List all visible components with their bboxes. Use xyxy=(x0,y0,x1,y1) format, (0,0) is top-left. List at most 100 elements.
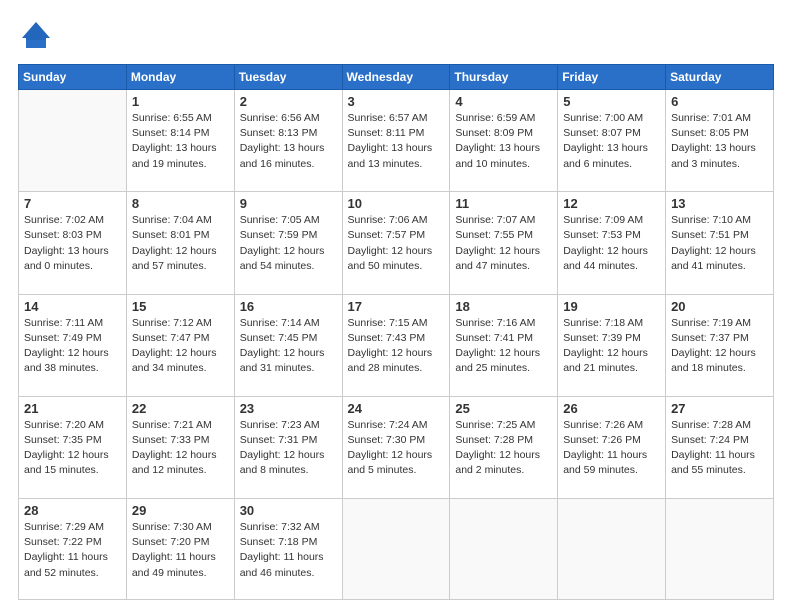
day-number: 13 xyxy=(671,196,768,211)
day-info: Sunrise: 7:26 AMSunset: 7:26 PMDaylight:… xyxy=(563,418,660,479)
calendar-cell: 25 Sunrise: 7:25 AMSunset: 7:28 PMDayligh… xyxy=(450,396,558,498)
day-info: Sunrise: 7:01 AMSunset: 8:05 PMDaylight:… xyxy=(671,111,768,172)
week-row-4: 21 Sunrise: 7:20 AMSunset: 7:35 PMDayligh… xyxy=(19,396,774,498)
calendar-cell: 15 Sunrise: 7:12 AMSunset: 7:47 PMDayligh… xyxy=(126,294,234,396)
day-info: Sunrise: 7:06 AMSunset: 7:57 PMDaylight:… xyxy=(348,213,445,274)
day-number: 23 xyxy=(240,401,337,416)
day-number: 27 xyxy=(671,401,768,416)
calendar-cell xyxy=(342,499,450,600)
calendar-cell: 5 Sunrise: 7:00 AMSunset: 8:07 PMDaylight… xyxy=(558,90,666,192)
day-info: Sunrise: 7:18 AMSunset: 7:39 PMDaylight:… xyxy=(563,316,660,377)
day-info: Sunrise: 7:30 AMSunset: 7:20 PMDaylight:… xyxy=(132,520,229,581)
calendar-cell: 23 Sunrise: 7:23 AMSunset: 7:31 PMDayligh… xyxy=(234,396,342,498)
day-number: 25 xyxy=(455,401,552,416)
day-number: 21 xyxy=(24,401,121,416)
day-number: 5 xyxy=(563,94,660,109)
calendar-cell: 20Sunrise: 7:19 AMSunset: 7:37 PMDayligh… xyxy=(666,294,774,396)
calendar-cell: 29Sunrise: 7:30 AMSunset: 7:20 PMDayligh… xyxy=(126,499,234,600)
day-info: Sunrise: 7:15 AMSunset: 7:43 PMDaylight:… xyxy=(348,316,445,377)
calendar-cell: 9Sunrise: 7:05 AMSunset: 7:59 PMDaylight… xyxy=(234,192,342,294)
day-info: Sunrise: 7:28 AMSunset: 7:24 PMDaylight:… xyxy=(671,418,768,479)
calendar-cell: 13 Sunrise: 7:10 AMSunset: 7:51 PMDayligh… xyxy=(666,192,774,294)
day-number: 6 xyxy=(671,94,768,109)
header xyxy=(18,18,774,54)
day-number: 22 xyxy=(132,401,229,416)
calendar-cell: 28Sunrise: 7:29 AMSunset: 7:22 PMDayligh… xyxy=(19,499,127,600)
weekday-header-row: SundayMondayTuesdayWednesdayThursdayFrid… xyxy=(19,65,774,90)
logo xyxy=(18,18,58,54)
calendar-cell: 19 Sunrise: 7:18 AMSunset: 7:39 PMDayligh… xyxy=(558,294,666,396)
calendar-cell: 22Sunrise: 7:21 AMSunset: 7:33 PMDayligh… xyxy=(126,396,234,498)
day-number: 16 xyxy=(240,299,337,314)
day-number: 12 xyxy=(563,196,660,211)
day-info: Sunrise: 7:23 AMSunset: 7:31 PMDaylight:… xyxy=(240,418,337,479)
calendar-cell: 7 Sunrise: 7:02 AMSunset: 8:03 PMDaylight… xyxy=(19,192,127,294)
day-info: Sunrise: 7:24 AMSunset: 7:30 PMDaylight:… xyxy=(348,418,445,479)
week-row-2: 7 Sunrise: 7:02 AMSunset: 8:03 PMDaylight… xyxy=(19,192,774,294)
day-number: 4 xyxy=(455,94,552,109)
day-info: Sunrise: 7:05 AMSunset: 7:59 PMDaylight:… xyxy=(240,213,337,274)
day-info: Sunrise: 7:14 AMSunset: 7:45 PMDaylight:… xyxy=(240,316,337,377)
day-number: 11 xyxy=(455,196,552,211)
calendar-cell xyxy=(558,499,666,600)
calendar-cell: 4Sunrise: 6:59 AMSunset: 8:09 PMDaylight… xyxy=(450,90,558,192)
calendar-cell xyxy=(450,499,558,600)
calendar-cell: 14 Sunrise: 7:11 AMSunset: 7:49 PMDayligh… xyxy=(19,294,127,396)
calendar-cell: 12 Sunrise: 7:09 AMSunset: 7:53 PMDayligh… xyxy=(558,192,666,294)
day-number: 17 xyxy=(348,299,445,314)
day-number: 15 xyxy=(132,299,229,314)
day-number: 7 xyxy=(24,196,121,211)
calendar-cell: 21 Sunrise: 7:20 AMSunset: 7:35 PMDayligh… xyxy=(19,396,127,498)
day-info: Sunrise: 7:10 AMSunset: 7:51 PMDaylight:… xyxy=(671,213,768,274)
day-info: Sunrise: 6:57 AMSunset: 8:11 PMDaylight:… xyxy=(348,111,445,172)
day-info: Sunrise: 6:55 AMSunset: 8:14 PMDaylight:… xyxy=(132,111,229,172)
weekday-header-saturday: Saturday xyxy=(666,65,774,90)
day-number: 1 xyxy=(132,94,229,109)
calendar-cell: 16 Sunrise: 7:14 AMSunset: 7:45 PMDayligh… xyxy=(234,294,342,396)
week-row-1: 1 Sunrise: 6:55 AMSunset: 8:14 PMDaylight… xyxy=(19,90,774,192)
calendar-cell: 18Sunrise: 7:16 AMSunset: 7:41 PMDayligh… xyxy=(450,294,558,396)
day-number: 14 xyxy=(24,299,121,314)
weekday-header-monday: Monday xyxy=(126,65,234,90)
day-number: 3 xyxy=(348,94,445,109)
day-number: 30 xyxy=(240,503,337,518)
calendar-cell xyxy=(666,499,774,600)
week-row-3: 14 Sunrise: 7:11 AMSunset: 7:49 PMDayligh… xyxy=(19,294,774,396)
day-number: 24 xyxy=(348,401,445,416)
day-number: 19 xyxy=(563,299,660,314)
day-info: Sunrise: 7:12 AMSunset: 7:47 PMDaylight:… xyxy=(132,316,229,377)
weekday-header-friday: Friday xyxy=(558,65,666,90)
calendar-cell xyxy=(19,90,127,192)
day-info: Sunrise: 7:00 AMSunset: 8:07 PMDaylight:… xyxy=(563,111,660,172)
day-info: Sunrise: 7:04 AMSunset: 8:01 PMDaylight:… xyxy=(132,213,229,274)
week-row-5: 28Sunrise: 7:29 AMSunset: 7:22 PMDayligh… xyxy=(19,499,774,600)
calendar-cell: 2 Sunrise: 6:56 AMSunset: 8:13 PMDaylight… xyxy=(234,90,342,192)
calendar-cell: 6 Sunrise: 7:01 AMSunset: 8:05 PMDaylight… xyxy=(666,90,774,192)
calendar-cell: 17 Sunrise: 7:15 AMSunset: 7:43 PMDayligh… xyxy=(342,294,450,396)
day-number: 2 xyxy=(240,94,337,109)
logo-icon xyxy=(18,18,54,54)
calendar-cell: 11Sunrise: 7:07 AMSunset: 7:55 PMDayligh… xyxy=(450,192,558,294)
day-number: 8 xyxy=(132,196,229,211)
day-info: Sunrise: 7:20 AMSunset: 7:35 PMDaylight:… xyxy=(24,418,121,479)
calendar-cell: 1 Sunrise: 6:55 AMSunset: 8:14 PMDaylight… xyxy=(126,90,234,192)
weekday-header-thursday: Thursday xyxy=(450,65,558,90)
weekday-header-tuesday: Tuesday xyxy=(234,65,342,90)
calendar-cell: 26 Sunrise: 7:26 AMSunset: 7:26 PMDayligh… xyxy=(558,396,666,498)
day-info: Sunrise: 7:25 AMSunset: 7:28 PMDaylight:… xyxy=(455,418,552,479)
calendar-cell: 10Sunrise: 7:06 AMSunset: 7:57 PMDayligh… xyxy=(342,192,450,294)
day-info: Sunrise: 7:09 AMSunset: 7:53 PMDaylight:… xyxy=(563,213,660,274)
day-info: Sunrise: 6:56 AMSunset: 8:13 PMDaylight:… xyxy=(240,111,337,172)
weekday-header-sunday: Sunday xyxy=(19,65,127,90)
calendar-cell: 24 Sunrise: 7:24 AMSunset: 7:30 PMDayligh… xyxy=(342,396,450,498)
day-info: Sunrise: 7:32 AMSunset: 7:18 PMDaylight:… xyxy=(240,520,337,581)
day-number: 26 xyxy=(563,401,660,416)
calendar-cell: 3 Sunrise: 6:57 AMSunset: 8:11 PMDaylight… xyxy=(342,90,450,192)
calendar-table: SundayMondayTuesdayWednesdayThursdayFrid… xyxy=(18,64,774,600)
day-info: Sunrise: 7:02 AMSunset: 8:03 PMDaylight:… xyxy=(24,213,121,274)
day-info: Sunrise: 7:19 AMSunset: 7:37 PMDaylight:… xyxy=(671,316,768,377)
weekday-header-wednesday: Wednesday xyxy=(342,65,450,90)
calendar-cell: 27 Sunrise: 7:28 AMSunset: 7:24 PMDayligh… xyxy=(666,396,774,498)
day-info: Sunrise: 7:11 AMSunset: 7:49 PMDaylight:… xyxy=(24,316,121,377)
day-info: Sunrise: 7:29 AMSunset: 7:22 PMDaylight:… xyxy=(24,520,121,581)
